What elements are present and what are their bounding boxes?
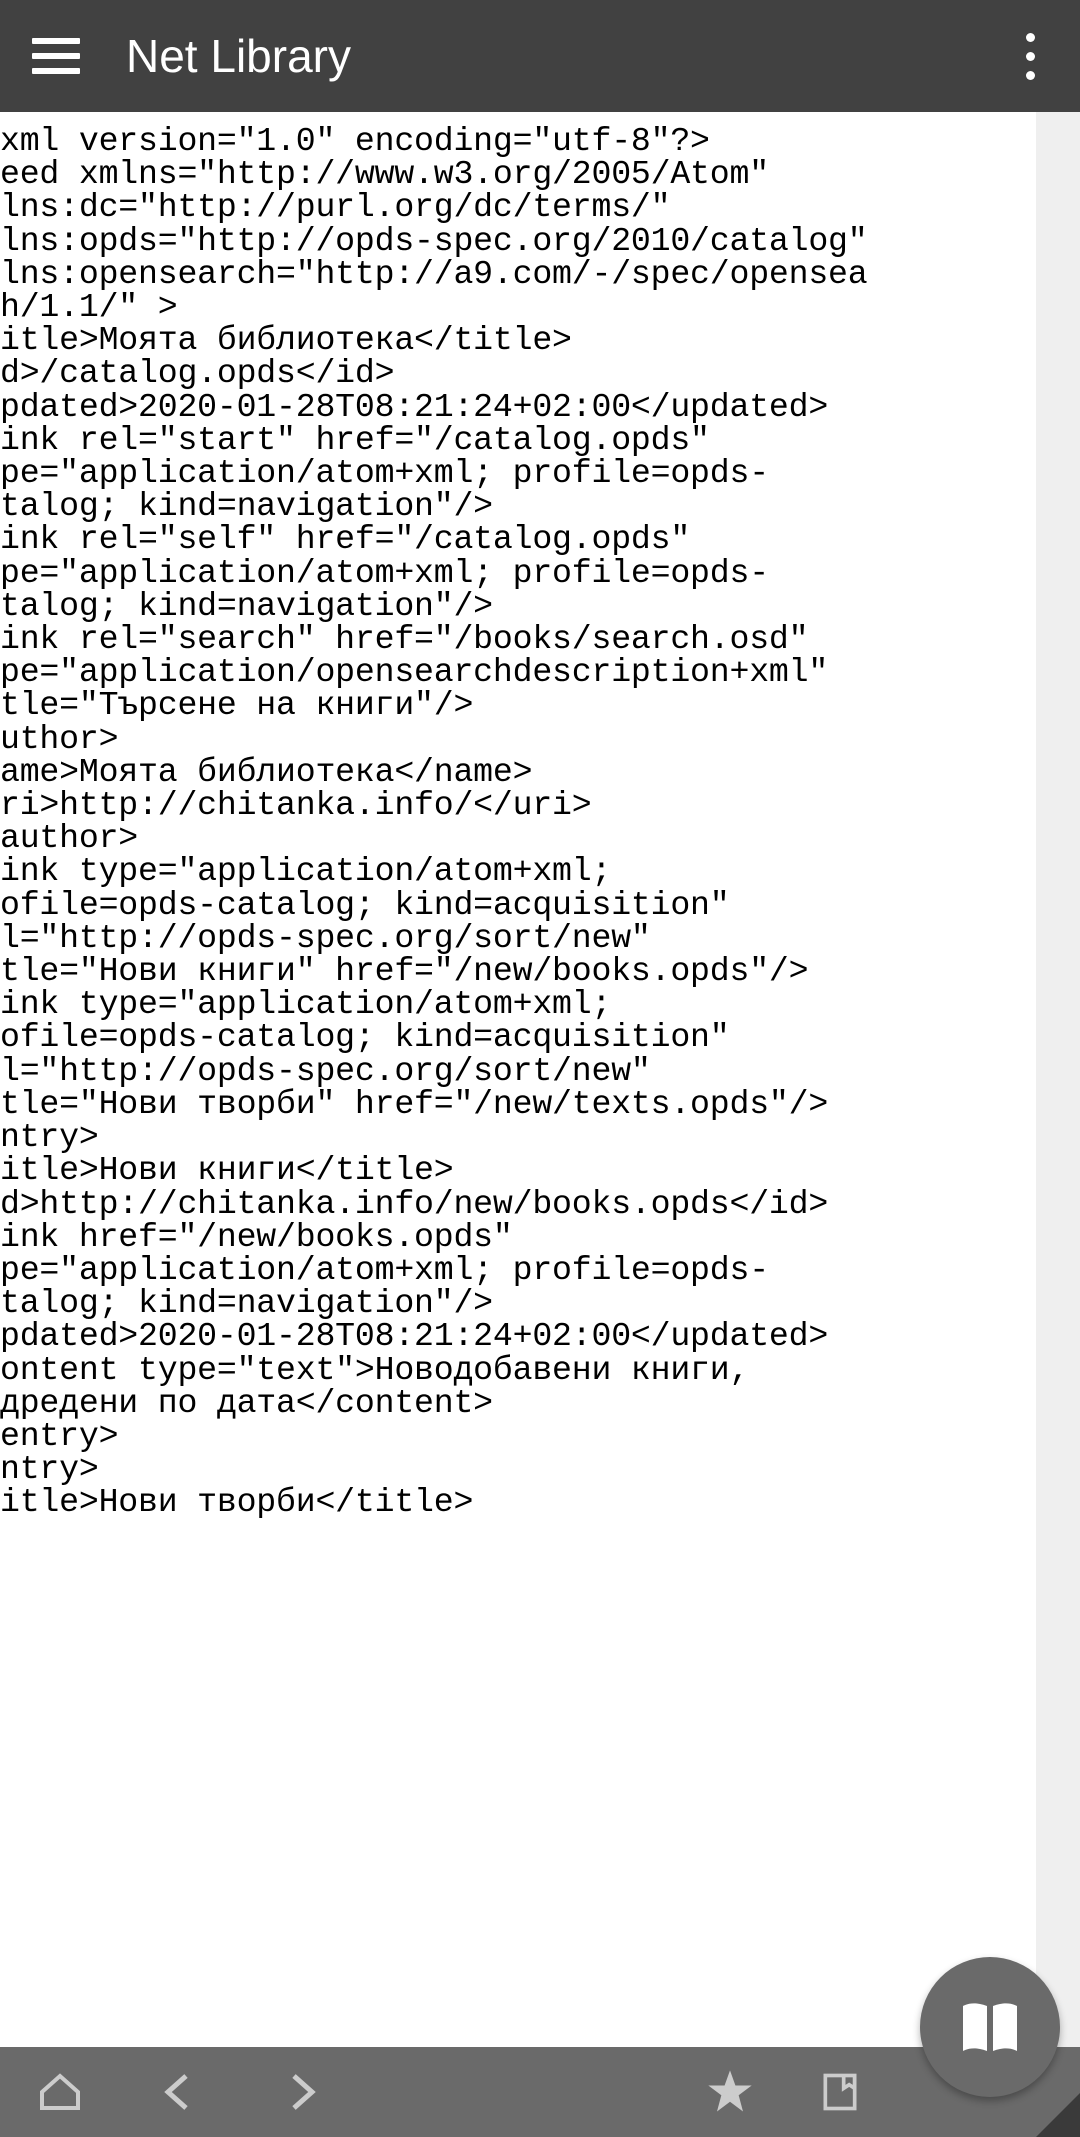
xml-source-text: xml version="1.0" encoding="utf-8"?> eed… xyxy=(0,112,1036,1520)
star-icon[interactable] xyxy=(670,2047,790,2137)
bookmark-icon[interactable] xyxy=(790,2047,890,2137)
app-header: Net Library xyxy=(0,0,1080,112)
vertical-scrollbar[interactable] xyxy=(1036,112,1080,2047)
resize-corner-icon[interactable] xyxy=(1036,2093,1080,2137)
home-icon[interactable] xyxy=(0,2047,120,2137)
more-options-icon[interactable] xyxy=(1010,30,1050,82)
read-book-fab[interactable] xyxy=(920,1957,1060,2097)
hamburger-menu-icon[interactable] xyxy=(32,29,86,83)
content-area[interactable]: xml version="1.0" encoding="utf-8"?> eed… xyxy=(0,112,1036,2047)
forward-arrow-icon[interactable] xyxy=(240,2047,360,2137)
bottom-toolbar xyxy=(0,2047,1080,2137)
back-arrow-icon[interactable] xyxy=(120,2047,240,2137)
page-title: Net Library xyxy=(126,29,351,83)
